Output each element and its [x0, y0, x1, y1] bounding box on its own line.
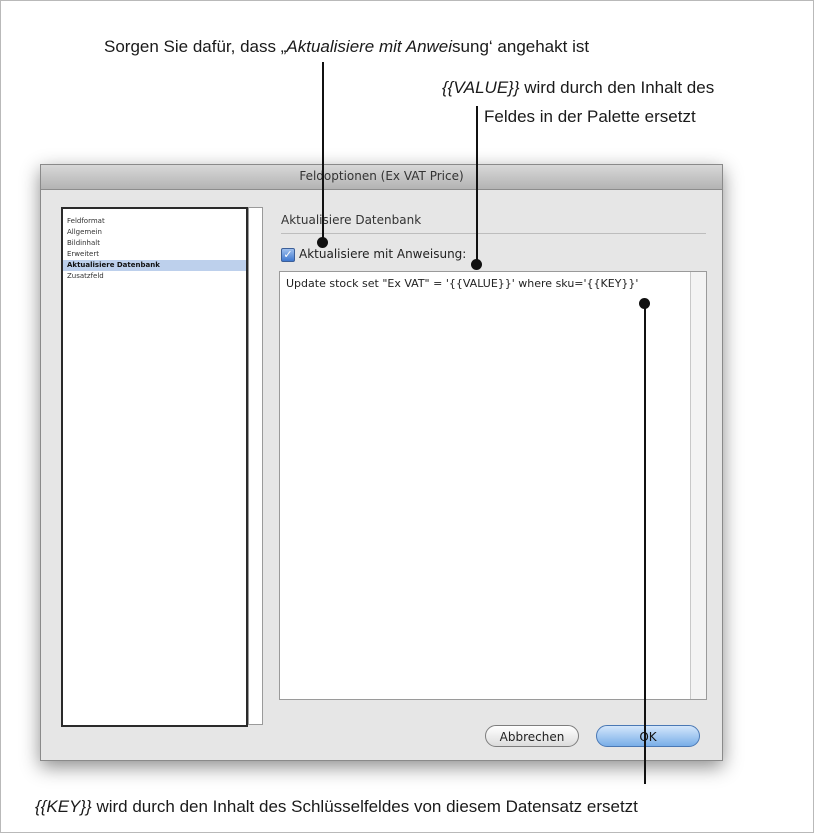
annotation-value-line1: {{VALUE}} wird durch den Inhalt des: [442, 78, 714, 98]
update-with-statement-checkbox[interactable]: ✓: [281, 248, 295, 262]
annotation-checkbox-pre: Sorgen Sie dafür, dass „: [104, 37, 287, 56]
callout-line-key: [644, 303, 646, 784]
category-item-erweitert[interactable]: Erweitert: [63, 249, 246, 260]
field-options-dialog: Feldoptionen (Ex VAT Price) Feldformat A…: [40, 164, 723, 761]
annotation-checkbox-post: sung‘ angehakt ist: [452, 37, 590, 56]
annotation-checkbox-italic: Aktualisiere mit Anwei: [286, 37, 453, 56]
annotation-value-rest: wird durch den Inhalt des: [519, 78, 715, 97]
update-with-statement-label: Aktualisiere mit Anweisung:: [299, 247, 467, 261]
statement-scrollbar[interactable]: [690, 272, 706, 699]
statement-text: Update stock set "Ex VAT" = '{{VALUE}}' …: [286, 277, 639, 290]
ok-button[interactable]: OK: [596, 725, 700, 747]
annotation-key: {{KEY}} wird durch den Inhalt des Schlüs…: [35, 797, 638, 817]
cancel-button[interactable]: Abbrechen: [485, 725, 579, 747]
category-item-allgemein[interactable]: Allgemein: [63, 227, 246, 238]
section-divider: [281, 233, 706, 234]
callout-dot-key: [639, 298, 650, 309]
statement-textarea[interactable]: Update stock set "Ex VAT" = '{{VALUE}}' …: [279, 271, 707, 700]
callout-dot-value: [471, 259, 482, 270]
category-item-zusatzfeld[interactable]: Zusatzfeld: [63, 271, 246, 282]
annotation-value-line2: Feldes in der Palette ersetzt: [484, 107, 696, 127]
category-item-feldformat[interactable]: Feldformat: [63, 216, 246, 227]
checkmark-icon: ✓: [283, 249, 293, 261]
annotation-value-line2-text: Feldes in der Palette ersetzt: [484, 107, 696, 126]
annotation-checkbox: Sorgen Sie dafür, dass „Aktualisiere mit…: [104, 37, 589, 57]
annotation-value-token: {{VALUE}}: [442, 78, 520, 97]
callout-line-checkbox: [322, 62, 324, 242]
annotation-key-token: {{KEY}}: [35, 797, 92, 816]
dialog-title: Feldoptionen (Ex VAT Price): [299, 169, 464, 183]
dialog-titlebar: Feldoptionen (Ex VAT Price): [41, 165, 722, 190]
callout-dot-checkbox: [317, 237, 328, 248]
category-item-aktualisiere-datenbank[interactable]: Aktualisiere Datenbank: [63, 260, 246, 271]
category-list: Feldformat Allgemein Bildinhalt Erweiter…: [61, 207, 248, 727]
annotation-key-rest: wird durch den Inhalt des Schlüsselfelde…: [91, 797, 638, 816]
category-item-bildinhalt[interactable]: Bildinhalt: [63, 238, 246, 249]
callout-line-value: [476, 106, 478, 264]
section-title: Aktualisiere Datenbank: [281, 213, 422, 227]
category-list-scrollbar[interactable]: [248, 207, 263, 725]
